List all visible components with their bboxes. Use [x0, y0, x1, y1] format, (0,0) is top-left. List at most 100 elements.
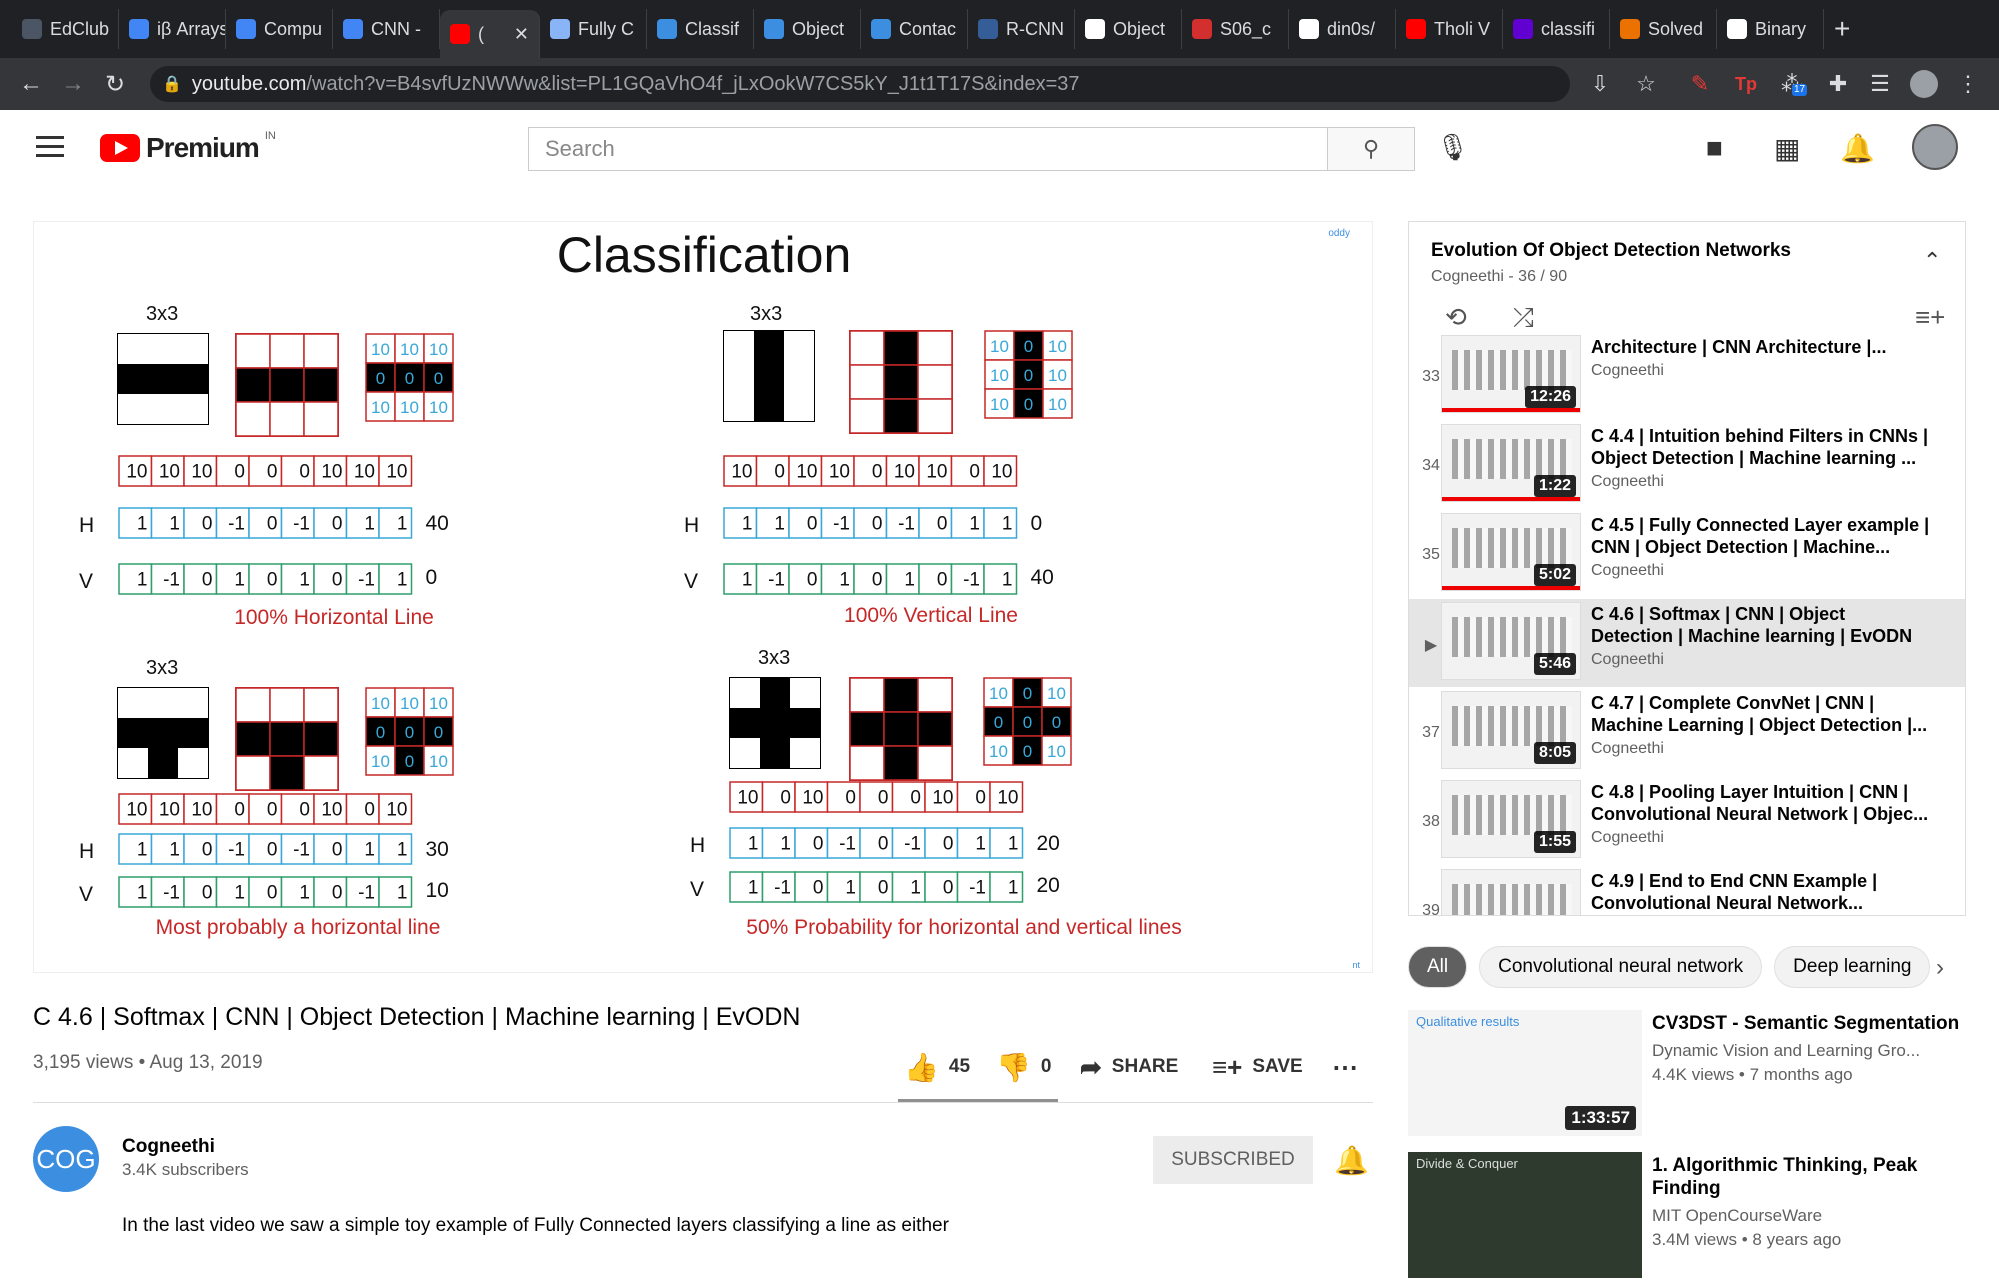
- browser-tab[interactable]: Solved: [1610, 9, 1717, 49]
- search-input[interactable]: Search: [528, 127, 1328, 171]
- filter-chip[interactable]: All: [1408, 946, 1468, 988]
- channel-avatar[interactable]: COG: [33, 1126, 99, 1192]
- reading-list-icon[interactable]: ☰: [1866, 70, 1894, 98]
- profile-avatar-icon[interactable]: [1910, 70, 1938, 98]
- browser-tab[interactable]: Object: [754, 9, 861, 49]
- browser-tab[interactable]: Fully C: [540, 9, 647, 49]
- playlist-item-title[interactable]: C 4.4 | Intuition behind Filters in CNNs…: [1591, 425, 1931, 469]
- extension-badge-icon[interactable]: ⁂ 17: [1778, 70, 1808, 98]
- browser-tab[interactable]: iβ Arrays: [119, 9, 226, 49]
- loop-icon[interactable]: ⟲: [1445, 302, 1467, 333]
- playlist-item[interactable]: 37 8:05 C 4.7 | Complete ConvNet | CNN | M…: [1409, 688, 1965, 776]
- browser-tab[interactable]: S06_c: [1182, 9, 1289, 49]
- recommended-channel[interactable]: MIT OpenCourseWare: [1652, 1206, 1962, 1226]
- reload-icon[interactable]: ↻: [94, 70, 136, 99]
- playlist-item-thumbnail[interactable]: 12:26: [1441, 335, 1581, 413]
- search-button[interactable]: ⚲: [1327, 127, 1415, 171]
- playlist-item-channel[interactable]: Cogneethi: [1591, 362, 1931, 380]
- playlist-item[interactable]: 392:40C 4.9 | End to End CNN Example | C…: [1409, 866, 1965, 915]
- vector-value: 1: [234, 570, 245, 591]
- youtube-premium-logo[interactable]: Premium IN: [100, 130, 276, 164]
- browser-tab[interactable]: din0s/: [1289, 9, 1396, 49]
- playlist-item-channel[interactable]: Cogneethi: [1591, 651, 1931, 669]
- v-row-label: V: [79, 570, 93, 593]
- browser-tab[interactable]: R-CNN: [968, 9, 1075, 49]
- playlist-item-thumbnail[interactable]: 1:22: [1441, 424, 1581, 502]
- playlist-item-title[interactable]: C 4.6 | Softmax | CNN | Object Detection…: [1591, 603, 1931, 647]
- browser-tab[interactable]: CNN -: [333, 9, 440, 49]
- recommended-thumbnail[interactable]: Qualitative results 1:33:57: [1408, 1010, 1642, 1136]
- playlist-item-title[interactable]: C 4.5 | Fully Connected Layer example | …: [1591, 514, 1931, 558]
- back-icon[interactable]: ←: [10, 70, 52, 98]
- channel-name[interactable]: Cogneethi: [122, 1136, 215, 1158]
- playlist-item[interactable]: 33 12:26 Architecture | CNN Architecture |…: [1409, 332, 1965, 420]
- forward-icon[interactable]: →: [52, 70, 94, 98]
- shuffle-icon[interactable]: ⤮: [1513, 302, 1534, 334]
- extensions-puzzle-icon[interactable]: ✚: [1824, 70, 1852, 98]
- browser-tab[interactable]: Binary: [1717, 9, 1824, 49]
- save-button[interactable]: ≡+ SAVE: [1212, 1052, 1303, 1082]
- playlist-item-title[interactable]: C 4.9 | End to End CNN Example | Convolu…: [1591, 870, 1931, 914]
- account-avatar[interactable]: [1912, 124, 1958, 170]
- new-tab-icon[interactable]: +: [1834, 13, 1850, 45]
- duration-badge: 8:05: [1533, 742, 1576, 764]
- outlined-pattern-cell: [303, 687, 339, 723]
- browser-tab[interactable]: classifi: [1503, 9, 1610, 49]
- browser-tab[interactable]: Object: [1075, 9, 1182, 49]
- browser-tab[interactable]: (✕: [440, 10, 540, 58]
- recommended-channel[interactable]: Dynamic Vision and Learning Gro...: [1652, 1041, 1962, 1061]
- video-player[interactable]: Classification oddy nt 3x3 10 10 10 0 0 0 10 10 10 10…: [33, 221, 1373, 973]
- filter-chip[interactable]: Convolutional neural network: [1479, 946, 1763, 988]
- browser-tab[interactable]: Classif: [647, 9, 754, 49]
- playlist-item-title[interactable]: C 4.8 | Pooling Layer Intuition | CNN | …: [1591, 781, 1931, 825]
- recommended-thumbnail[interactable]: Divide & Conquer: [1408, 1152, 1642, 1278]
- browser-tab[interactable]: Tholi V: [1396, 9, 1503, 49]
- browser-tab[interactable]: Compu: [226, 9, 333, 49]
- install-app-icon[interactable]: ⇩: [1586, 70, 1614, 98]
- apps-grid-icon[interactable]: ▦: [1774, 132, 1800, 165]
- create-video-icon[interactable]: ■: [1706, 132, 1723, 164]
- dislike-button[interactable]: 👎 0: [996, 1052, 1051, 1083]
- browser-tab[interactable]: Contac: [861, 9, 968, 49]
- more-actions-icon[interactable]: ⋯: [1332, 1052, 1358, 1082]
- subscribed-button[interactable]: SUBSCRIBED: [1153, 1136, 1313, 1184]
- playlist-item-thumbnail[interactable]: 5:02: [1441, 513, 1581, 591]
- playlist-item-channel[interactable]: Cogneethi: [1591, 740, 1931, 758]
- like-button[interactable]: 👍 45: [904, 1052, 970, 1083]
- playlist-item-thumbnail[interactable]: 1:55: [1441, 780, 1581, 858]
- playlist-item-channel[interactable]: Cogneethi: [1591, 562, 1931, 580]
- extension-tp-icon[interactable]: Tp: [1732, 70, 1760, 98]
- playlist-item-title[interactable]: Architecture | CNN Architecture |...: [1591, 336, 1931, 358]
- browser-menu-icon[interactable]: ⋮: [1954, 70, 1982, 98]
- playlist-item-title[interactable]: C 4.7 | Complete ConvNet | CNN | Machine…: [1591, 692, 1931, 736]
- browser-tab[interactable]: EdClub: [12, 9, 119, 49]
- recommended-title[interactable]: CV3DST - Semantic Segmentation: [1652, 1012, 1962, 1035]
- hamburger-menu-icon[interactable]: [36, 136, 64, 158]
- playlist-item[interactable]: 34 1:22 C 4.4 | Intuition behind Filters i…: [1409, 421, 1965, 509]
- notifications-bell-icon[interactable]: 🔔: [1840, 132, 1875, 165]
- chevron-right-icon[interactable]: ›: [1936, 954, 1944, 982]
- playlist-item-channel[interactable]: Cogneethi: [1591, 829, 1931, 847]
- playlist-title[interactable]: Evolution Of Object Detection Networks: [1431, 240, 1943, 262]
- share-button[interactable]: ➦ SHARE: [1080, 1052, 1178, 1082]
- extension-wand-icon[interactable]: ✎: [1686, 70, 1714, 98]
- collapse-chevron-icon[interactable]: ⌃: [1923, 248, 1941, 274]
- playlist-item-thumbnail[interactable]: 5:46: [1441, 602, 1581, 680]
- playlist-item-thumbnail[interactable]: 8:05: [1441, 691, 1581, 769]
- recommended-title[interactable]: 1. Algorithmic Thinking, Peak Finding: [1652, 1154, 1962, 1200]
- playlist-item[interactable]: 35 5:02 C 4.5 | Fully Connected Layer exam…: [1409, 510, 1965, 598]
- bookmark-star-icon[interactable]: ☆: [1632, 70, 1660, 98]
- recommended-video[interactable]: Qualitative results 1:33:57 CV3DST - Seman…: [1408, 1010, 1968, 1140]
- recommended-video[interactable]: Divide & Conquer 1. Algorithmic Thinking,…: [1408, 1152, 1968, 1282]
- playlist-item-thumbnail[interactable]: 2:40: [1441, 869, 1581, 915]
- playlist-item-channel[interactable]: Cogneethi: [1591, 473, 1931, 491]
- playlist-save-icon[interactable]: ≡+: [1915, 302, 1945, 333]
- playlist-item[interactable]: 38 1:55 C 4.8 | Pooling Layer Intuition | …: [1409, 777, 1965, 865]
- close-tab-icon[interactable]: ✕: [514, 24, 529, 45]
- address-bar[interactable]: 🔒 youtube.com/watch?v=B4svfUzNWWw&list=P…: [150, 66, 1570, 102]
- browser-tab-label: iβ Arrays: [157, 18, 226, 39]
- voice-search-icon[interactable]: 🎙: [1436, 132, 1469, 163]
- channel-bell-icon[interactable]: 🔔: [1334, 1144, 1369, 1177]
- playlist-item[interactable]: ▶ 5:46 C 4.6 | Softmax | CNN | Object Dete…: [1409, 599, 1965, 687]
- filter-chip[interactable]: Deep learning: [1774, 946, 1931, 988]
